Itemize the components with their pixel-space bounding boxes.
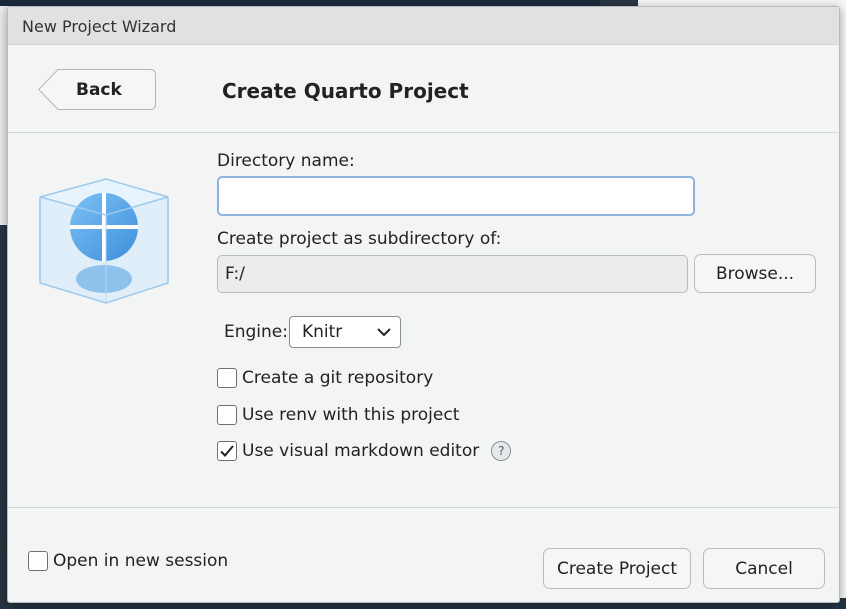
visual-editor-label: Use visual markdown editor xyxy=(242,441,480,461)
back-button[interactable]: Back xyxy=(38,69,156,110)
directory-name-label: Directory name: xyxy=(217,151,355,171)
engine-label: Engine: xyxy=(224,322,288,342)
chevron-down-icon xyxy=(377,328,391,337)
visual-editor-checkbox[interactable] xyxy=(217,441,237,461)
page-title: Create Quarto Project xyxy=(222,79,469,103)
open-new-session-label: Open in new session xyxy=(53,551,229,571)
visual-editor-checkbox-row[interactable]: Use visual markdown editor ? xyxy=(217,439,512,463)
renv-label: Use renv with this project xyxy=(242,405,460,425)
new-project-wizard-dialog: New Project Wizard Back Create Quarto Pr… xyxy=(7,6,840,603)
dialog-title: New Project Wizard xyxy=(22,17,177,36)
header-divider xyxy=(8,132,839,133)
engine-select-value: Knitr xyxy=(302,322,343,342)
open-new-session-checkbox-row[interactable]: Open in new session xyxy=(28,549,228,573)
directory-name-input[interactable] xyxy=(217,176,695,216)
create-project-button[interactable]: Create Project xyxy=(543,548,691,589)
help-icon[interactable]: ? xyxy=(491,441,512,461)
dialog-titlebar[interactable]: New Project Wizard xyxy=(8,7,839,45)
checkmark-icon xyxy=(220,445,234,457)
quarto-cube-icon xyxy=(39,178,169,304)
renv-checkbox[interactable] xyxy=(217,405,237,425)
subdirectory-field[interactable]: F:/ xyxy=(217,255,688,293)
footer-divider xyxy=(8,507,839,508)
browse-button[interactable]: Browse... xyxy=(694,254,816,293)
git-repository-checkbox-row[interactable]: Create a git repository xyxy=(217,366,433,390)
renv-checkbox-row[interactable]: Use renv with this project xyxy=(217,403,459,427)
cancel-button[interactable]: Cancel xyxy=(703,548,825,589)
git-repository-label: Create a git repository xyxy=(242,368,434,388)
back-button-label: Back xyxy=(76,80,122,100)
open-new-session-checkbox[interactable] xyxy=(28,551,48,571)
engine-select[interactable]: Knitr xyxy=(289,316,401,348)
git-repository-checkbox[interactable] xyxy=(217,368,237,388)
subdirectory-label: Create project as subdirectory of: xyxy=(217,229,502,249)
